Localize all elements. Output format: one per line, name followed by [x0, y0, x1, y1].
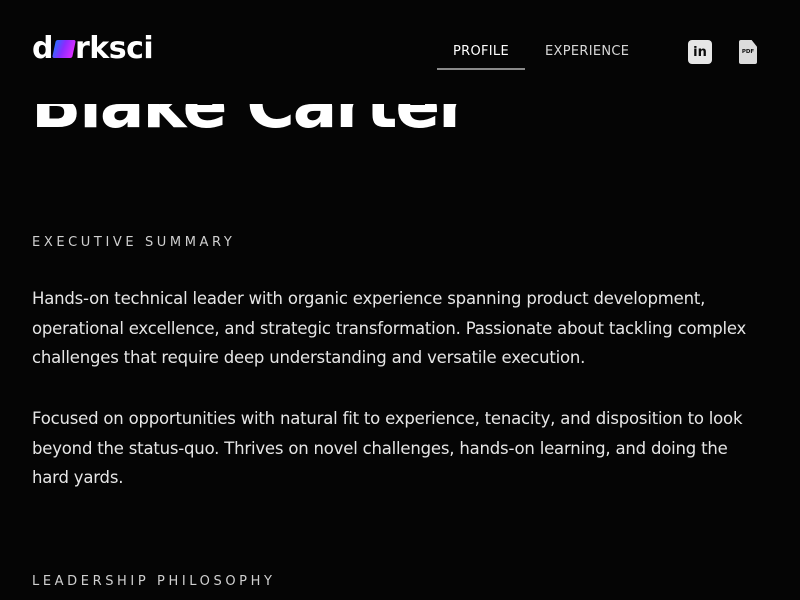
profile-page: Blake Carter d rksci PROFILE EXPERIENCE …: [0, 0, 800, 600]
executive-summary-heading: EXECUTIVE SUMMARY: [32, 235, 236, 250]
tab-profile[interactable]: PROFILE: [437, 40, 525, 70]
logo[interactable]: d rksci: [32, 31, 154, 70]
logo-mark-icon: [52, 40, 76, 58]
summary-paragraph-2: Focused on opportunities with natural fi…: [32, 409, 743, 488]
pdf-download-icon[interactable]: PDF: [739, 40, 757, 64]
leadership-philosophy-heading: LEADERSHIP PHILOSOPHY: [32, 574, 276, 589]
logo-text-prefix: d: [32, 31, 53, 66]
tab-experience[interactable]: EXPERIENCE: [529, 40, 645, 70]
site-header: d rksci PROFILE EXPERIENCE in PDF: [0, 0, 800, 104]
summary-paragraph-1: Hands-on technical leader with organic e…: [32, 289, 747, 368]
logo-text-suffix: rksci: [74, 31, 154, 66]
linkedin-icon[interactable]: in: [688, 40, 712, 64]
main-nav: PROFILE EXPERIENCE: [437, 40, 645, 70]
